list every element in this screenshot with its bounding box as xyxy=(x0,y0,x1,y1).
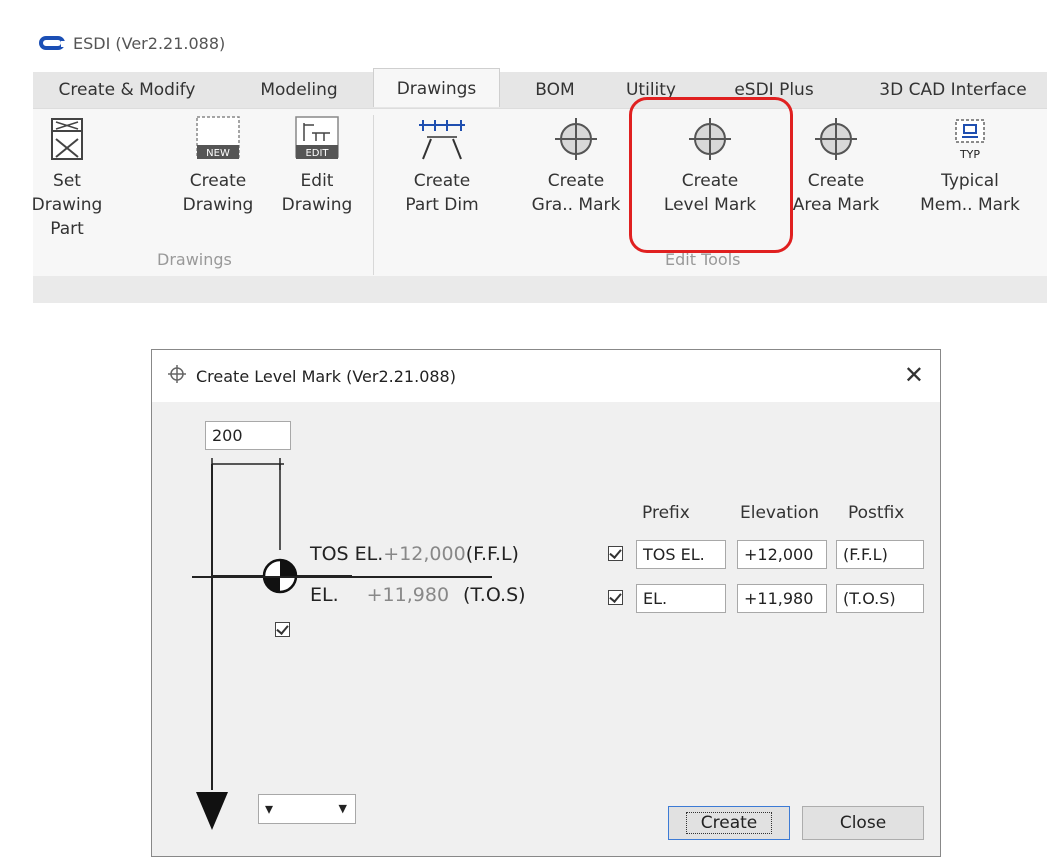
create-area-mark-label-2: Area Mark xyxy=(792,195,880,215)
symbol-checkbox[interactable] xyxy=(275,622,290,637)
crosshair-icon xyxy=(168,365,186,387)
row1-elevation-input[interactable]: +12,000 xyxy=(737,540,827,569)
set-drawing-part-label-2: Part xyxy=(50,219,84,239)
arrow-type-select[interactable]: ▾ ▼ xyxy=(258,794,356,824)
row2-elevation-input[interactable]: +11,980 xyxy=(737,584,827,613)
dialog-title: Create Level Mark (Ver2.21.088) xyxy=(196,366,456,386)
preview-line2: EL. +11,980 (T.O.S) xyxy=(310,584,526,606)
arrow-type-value: ▾ xyxy=(265,799,274,818)
tab-drawings[interactable]: Drawings xyxy=(373,68,500,107)
set-drawing-part-icon xyxy=(17,109,117,169)
create-drawing-label-2: Drawing xyxy=(182,195,254,215)
preview-line1-value: +12,000 xyxy=(383,543,466,565)
create-grade-mark-button[interactable]: Create Gra.. Mark xyxy=(526,109,626,217)
create-drawing-label-1: Create xyxy=(189,171,247,191)
highlight-box xyxy=(629,97,793,253)
close-button[interactable]: Close xyxy=(802,806,924,840)
new-badge: NEW xyxy=(206,148,230,159)
ribbon-tab-bar: Create & Modify Modeling Drawings BOM Ut… xyxy=(33,68,1047,108)
row1-checkbox[interactable] xyxy=(608,546,623,561)
app-title: ESDI (Ver2.21.088) xyxy=(73,33,226,53)
edit-drawing-icon: EDIT xyxy=(267,109,367,169)
create-grade-mark-label-2: Gra.. Mark xyxy=(531,195,621,215)
group-label-drawings: Drawings xyxy=(157,250,232,269)
level-mark-preview xyxy=(196,458,352,830)
set-drawing-part-button[interactable]: Set Drawing Part xyxy=(17,109,117,241)
part-dim-icon xyxy=(392,109,492,169)
length-input[interactable]: 200 xyxy=(205,421,291,450)
new-drawing-icon: NEW xyxy=(168,109,268,169)
create-part-dim-label-1: Create xyxy=(413,171,471,191)
app-window: ESDI (Ver2.21.088) Create & Modify Model… xyxy=(32,0,1047,303)
create-part-dim-label-2: Part Dim xyxy=(405,195,479,215)
edit-badge: EDIT xyxy=(305,148,329,159)
create-area-mark-button[interactable]: Create Area Mark xyxy=(786,109,886,217)
title-bar: ESDI (Ver2.21.088) xyxy=(33,28,225,58)
row1-prefix-input[interactable]: TOS EL. xyxy=(636,540,726,569)
preview-line1: TOS EL.+12,000(F.F.L) xyxy=(310,543,519,565)
tab-3d-cad-interface[interactable]: 3D CAD Interface xyxy=(859,72,1047,108)
crosshair-icon xyxy=(526,109,626,169)
preview-line2-postfix: (T.O.S) xyxy=(463,584,526,606)
ribbon-panel: Set Drawing Part NEW Create Drawing EDIT… xyxy=(32,108,1047,277)
typ-badge: TYP xyxy=(959,148,980,161)
crosshair-icon xyxy=(786,109,886,169)
app-logo-icon xyxy=(39,36,67,50)
typical-member-mark-label-2: Mem.. Mark xyxy=(920,195,1020,215)
create-drawing-button[interactable]: NEW Create Drawing xyxy=(168,109,268,217)
row1-postfix-input[interactable]: (F.F.L) xyxy=(836,540,924,569)
preview-line2-prefix: EL. xyxy=(310,584,339,606)
row2-prefix-input[interactable]: EL. xyxy=(636,584,726,613)
set-drawing-part-label-1: Set Drawing xyxy=(31,171,103,215)
typical-member-mark-label-1: Typical xyxy=(941,171,999,191)
ribbon-footer xyxy=(33,276,1047,303)
level-line xyxy=(192,576,492,578)
prefix-header: Prefix xyxy=(642,503,690,523)
create-part-dim-button[interactable]: Create Part Dim xyxy=(392,109,492,217)
row2-checkbox[interactable] xyxy=(608,590,623,605)
edit-drawing-label-2: Drawing xyxy=(281,195,353,215)
create-level-mark-dialog: Create Level Mark (Ver2.21.088) ✕ 200 TO… xyxy=(151,349,941,857)
postfix-header: Postfix xyxy=(848,503,905,523)
create-button[interactable]: Create xyxy=(668,806,790,840)
tab-bom[interactable]: BOM xyxy=(517,72,593,108)
elevation-header: Elevation xyxy=(740,503,819,523)
typical-member-mark-button[interactable]: TYP Typical Mem.. Mark xyxy=(920,109,1020,217)
row2-postfix-input[interactable]: (T.O.S) xyxy=(836,584,924,613)
create-grade-mark-label-1: Create xyxy=(547,171,605,191)
create-button-label: Create xyxy=(685,812,773,834)
group-separator xyxy=(373,115,374,275)
close-icon[interactable]: ✕ xyxy=(904,362,924,388)
typical-member-icon: TYP xyxy=(920,109,1020,169)
chevron-down-icon: ▼ xyxy=(338,802,347,815)
edit-drawing-button[interactable]: EDIT Edit Drawing xyxy=(267,109,367,217)
preview-line2-value: +11,980 xyxy=(366,584,450,606)
create-area-mark-label-1: Create xyxy=(807,171,865,191)
preview-line1-prefix: TOS EL. xyxy=(310,543,384,565)
tab-modeling[interactable]: Modeling xyxy=(243,72,355,108)
preview-line1-postfix: (F.F.L) xyxy=(465,543,519,565)
dialog-title-bar: Create Level Mark (Ver2.21.088) ✕ xyxy=(152,350,940,402)
edit-drawing-label-1: Edit xyxy=(300,171,334,191)
tab-create-modify[interactable]: Create & Modify xyxy=(39,72,215,108)
